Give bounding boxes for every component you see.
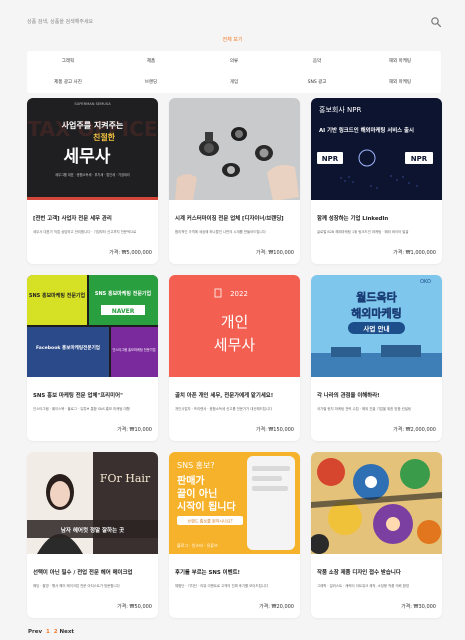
svg-text:FOr Hair: FOr Hair	[100, 472, 151, 485]
svg-text:SNS 홍보마케팅 전문기업: SNS 홍보마케팅 전문기업	[29, 292, 86, 299]
product-title: SNS 홍보 마케팅 전문 업체"프리미어"	[33, 393, 123, 399]
svg-text:친절한: 친절한	[93, 132, 116, 142]
category-overseas-marketing[interactable]: 해외 마케팅	[359, 53, 441, 71]
product-thumbnail: FOr Hair 남자 헤어컷 정말 잘하는 곳	[27, 452, 158, 554]
product-thumbnail: 2022 개인 세무사	[169, 275, 300, 377]
svg-text:NAVER: NAVER	[112, 308, 135, 315]
search-icon[interactable]	[430, 16, 442, 28]
product-card[interactable]: OKO 월드옥타 해외마케팅 사업 안내 각 나라의 관점을 이해하라! 국가별…	[311, 275, 442, 441]
category-game[interactable]: 게임	[193, 74, 275, 92]
svg-text:남자 헤어컷 정말 잘하는 곳: 남자 헤어컷 정말 잘하는 곳	[61, 526, 124, 534]
category-overseas-marketing-2[interactable]: 해외 마케팅	[359, 74, 441, 92]
category-clothing[interactable]: 의류	[193, 53, 275, 71]
svg-text:블로그 · 인스타 · 유튜브: 블로그 · 인스타 · 유튜브	[177, 542, 218, 548]
product-thumbnail: SNS 홍보마케팅 전문기업 SNS 홍보마케팅 전문기업 NAVER Face…	[27, 275, 158, 377]
product-price: 가격: ₩5,000,000	[109, 250, 152, 256]
product-thumbnail	[169, 98, 300, 200]
product-thumbnail: TAX OFFICE SUPERMAN SEMUSA 사업주를 지켜주는 친절한…	[27, 98, 158, 200]
product-card[interactable]: FOr Hair 남자 헤어컷 정말 잘하는 곳 선택이 아닌 필수 / 전업 …	[27, 452, 158, 618]
svg-text:SUPERMAN SEMUSA: SUPERMAN SEMUSA	[74, 102, 111, 106]
svg-text:브랜드 홍보를 원하시나요?: 브랜드 홍보를 원하시나요?	[187, 518, 232, 524]
product-card[interactable]: 시계 커스터마이징 전문 업체 [디자이너/브랜딩] 합리적인 가격에 세상에 …	[169, 98, 300, 264]
svg-text:사업주를 지켜주는: 사업주를 지켜주는	[62, 120, 124, 130]
product-description: 웨딩 · 촬영 · 행사 헤어 메이크업 전문 아티스트가 방문합니다	[33, 584, 120, 588]
svg-text:해외마케팅: 해외마케팅	[351, 306, 402, 320]
svg-text:판매가: 판매가	[177, 474, 205, 487]
product-title: 후기를 부르는 SNS 이벤트!	[175, 570, 240, 576]
product-card[interactable]: 홍보회사 NPR AI 기반 링크드인 해외마케팅 서비스 출시 NPR NPR…	[311, 98, 442, 264]
product-thumbnail: 홍보회사 NPR AI 기반 링크드인 해외마케팅 서비스 출시 NPR NPR	[311, 98, 442, 200]
svg-text:세무사: 세무사	[64, 147, 111, 167]
pagination: Prev 1 2 Next	[28, 629, 74, 635]
product-description: 그래픽 · 일러스트 · 캐릭터 아트워크 제작, 소장용 작품 의뢰 환영	[317, 584, 409, 588]
category-music[interactable]: 음악	[276, 53, 358, 71]
product-title: 골치 아픈 개인 세무, 전문가에게 맡기세요!	[175, 393, 274, 399]
prev-page-link[interactable]: Prev	[28, 629, 42, 635]
next-page-link[interactable]: Next	[59, 629, 74, 635]
category-product[interactable]: 제품	[110, 53, 192, 71]
svg-text:NPR: NPR	[411, 155, 428, 163]
all-view-filter[interactable]: 전체 보기	[0, 36, 465, 43]
search-input[interactable]	[27, 14, 407, 30]
svg-text:끝이 아닌: 끝이 아닌	[177, 487, 217, 500]
product-description: 개인사업자 · 프리랜서 · 종합소득세 신고를 전문가가 대신해드립니다	[175, 407, 273, 411]
product-title: [전번 고객] 사업자 전문 세무 관리	[33, 216, 112, 222]
product-card[interactable]: 2022 개인 세무사 골치 아픈 개인 세무, 전문가에게 맡기세요! 개인사…	[169, 275, 300, 441]
product-price: 가격: ₩10,000	[117, 427, 152, 433]
category-panel: 그래픽 제품 의류 음악 해외 마케팅 제품 광고 사진 브랜딩 게임 SNS …	[27, 51, 441, 93]
product-title: 각 나라의 관점을 이해하라!	[317, 393, 380, 399]
category-sns-ad[interactable]: SNS 광고	[276, 74, 358, 92]
product-card[interactable]: SNS 홍보마케팅 전문기업 SNS 홍보마케팅 전문기업 NAVER Face…	[27, 275, 158, 441]
svg-text:개인: 개인	[221, 313, 249, 331]
product-price: 가격: ₩20,000	[259, 604, 294, 610]
product-description: 인스타그램 · 페이스북 · 블로그 · 유튜브 통합 SNS 홍보 마케팅 대…	[33, 407, 130, 411]
product-thumbnail: OKO 월드옥타 해외마케팅 사업 안내	[311, 275, 442, 377]
product-description: 국가별 현지 마케팅 전략 수립 · 해외 진출 기업을 위한 맞춤 컨설팅	[317, 407, 412, 411]
svg-text:시작이 됩니다: 시작이 됩니다	[177, 500, 236, 513]
svg-text:사업 안내: 사업 안내	[363, 324, 389, 333]
product-price: 가격: ₩100,000	[255, 250, 294, 256]
category-product-photo[interactable]: 제품 광고 사진	[27, 74, 109, 92]
product-thumbnail: SNS 홍보? 판매가 끝이 아닌 시작이 됩니다 브랜드 홍보를 원하시나요?…	[169, 452, 300, 554]
svg-text:SNS 홍보?: SNS 홍보?	[177, 460, 215, 470]
product-description: 글로벌 B2B 해외마케팅 1위 링크드인 마케팅 · 해외 바이어 발굴	[317, 230, 409, 234]
product-title: 함께 성장하는 기업 LinkedIn	[317, 216, 389, 222]
product-price: 가격: ₩2,000,000	[393, 427, 436, 433]
category-branding[interactable]: 브랜딩	[110, 74, 192, 92]
product-price: 가격: ₩150,000	[255, 427, 294, 433]
svg-text:SNS 홍보마케팅 전문기업: SNS 홍보마케팅 전문기업	[95, 290, 152, 297]
svg-text:인스타그램 홍보마케팅 전문기업: 인스타그램 홍보마케팅 전문기업	[112, 347, 155, 352]
product-description: 체험단 · 기자단 · 리뷰 이벤트로 고객의 진짜 후기를 모아드립니다	[175, 584, 268, 588]
svg-text:홍보회사 NPR: 홍보회사 NPR	[319, 105, 361, 114]
svg-text:2022: 2022	[230, 290, 248, 298]
product-title: 선택이 아닌 필수 / 전업 전문 헤어 메이크업	[33, 570, 133, 576]
svg-text:월드옥타: 월드옥타	[356, 290, 397, 304]
category-graphic[interactable]: 그래픽	[27, 53, 109, 71]
product-card[interactable]: SNS 홍보? 판매가 끝이 아닌 시작이 됩니다 브랜드 홍보를 원하시나요?…	[169, 452, 300, 618]
watch-photo	[169, 98, 300, 200]
product-price: 가격: ₩30,000	[401, 604, 436, 610]
artwork-illustration	[311, 452, 442, 554]
product-card[interactable]: TAX OFFICE SUPERMAN SEMUSA 사업주를 지켜주는 친절한…	[27, 98, 158, 264]
product-card[interactable]: 작품 소장 제품 디자인 접수 받습니다 그래픽 · 일러스트 · 캐릭터 아트…	[311, 452, 442, 618]
svg-text:AI 기반 링크드인 해외마케팅 서비스 출시: AI 기반 링크드인 해외마케팅 서비스 출시	[319, 126, 414, 134]
product-price: 가격: ₩50,000	[117, 604, 152, 610]
product-thumbnail	[311, 452, 442, 554]
page-link-2[interactable]: 2	[54, 629, 58, 635]
svg-text:NPR: NPR	[322, 155, 339, 163]
product-price: 가격: ₩1,000,000	[393, 250, 436, 256]
product-description: 합리적인 가격에 세상에 하나뿐인 나만의 시계를 만들어드립니다	[175, 230, 266, 234]
product-description: 세무사 대표가 직접 상담하고 관리합니다 · 기장부터 신고까지 전문적으로	[33, 230, 137, 234]
svg-text:세무사: 세무사	[214, 336, 256, 354]
svg-text:세무그룹 대표 · 종합소득세 · 부가세 · 법인세 ·: 세무그룹 대표 · 종합소득세 · 부가세 · 법인세 · 기장대리	[55, 172, 130, 177]
product-title: 작품 소장 제품 디자인 접수 받습니다	[317, 570, 401, 576]
product-title: 시계 커스터마이징 전문 업체 [디자이너/브랜딩]	[175, 216, 284, 222]
svg-text:Facebook 홍보마케팅전문기업: Facebook 홍보마케팅전문기업	[36, 344, 100, 351]
page-link-1[interactable]: 1	[46, 629, 50, 635]
svg-text:OKO: OKO	[420, 279, 431, 285]
